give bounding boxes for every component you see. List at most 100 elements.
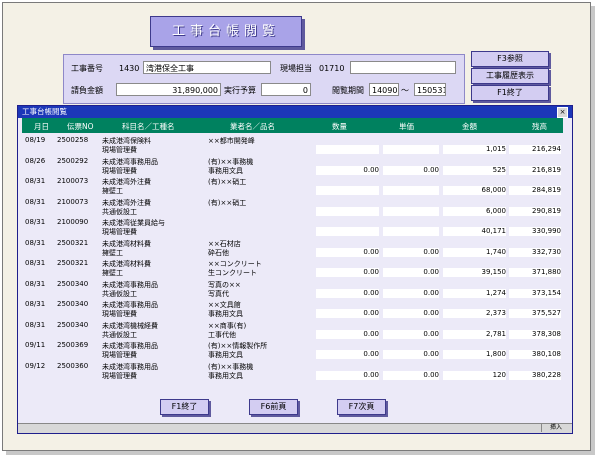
cell-background [383, 227, 439, 236]
ledger-window: 工事台帳閲覧 × 月日 伝票NO 科目名／工種名 業者名／品名 数量 単価 金額… [17, 105, 573, 434]
cell-gyosha: (有)××硝工 [208, 178, 247, 186]
col-kamoku: 科目名／工種名 [122, 122, 175, 131]
cell-amount: 1,740 [485, 247, 506, 256]
cell-balance: 284,819 [532, 186, 561, 194]
table-row[interactable]: 09/11 2500369 未成港湾事務用品 現場管理費 (有)××情報製作所 事務用文具… [22, 340, 563, 361]
cell-qty: 0.00 [363, 165, 379, 174]
cell-background [383, 145, 439, 154]
f1-exit-button[interactable]: F1終了 [471, 85, 549, 101]
cell-background [383, 186, 439, 195]
koji-no-field[interactable]: 143002 [116, 61, 141, 74]
cell-slip: 2500369 [57, 341, 89, 349]
cell-price: 0.00 [423, 370, 439, 379]
cell-hinmei: 工事代他 [208, 330, 236, 339]
cell-hinmei: 写真代 [208, 289, 229, 298]
cell-amount: 1,015 [485, 145, 506, 153]
f7-next-page-button[interactable]: F7次頁 [337, 399, 386, 415]
cell-date: 08/19 [25, 136, 46, 144]
koji-no-label: 工事番号 [71, 64, 103, 73]
cell-amount: 2,373 [485, 309, 506, 317]
cell-qty: 0.00 [363, 288, 379, 297]
cell-balance: 332,730 [532, 247, 561, 256]
cell-koshu: 擁壁工 [102, 187, 123, 195]
cell-balance: 375,527 [532, 309, 561, 317]
ledger-window-title: 工事台帳閲覧 [22, 107, 67, 116]
f3-reference-button[interactable]: F3参照 [471, 51, 549, 67]
cell-qty: 0.00 [363, 350, 379, 358]
cell-slip: 2500258 [57, 136, 89, 144]
cell-balance: 371,880 [532, 268, 561, 276]
cell-date: 08/31 [25, 259, 46, 267]
tanto-name-field [350, 61, 456, 74]
cell-koshu: 現場管理費 [102, 310, 137, 318]
cell-price: 0.00 [423, 165, 439, 174]
table-row[interactable]: 08/31 2100073 未成港湾外注費 擁壁工 (有)××硝工 68,000 284,8… [22, 176, 563, 197]
cell-date: 08/31 [25, 300, 46, 308]
cell-gyosha: ××都市開発峰 [208, 137, 255, 145]
cell-amount: 525 [492, 165, 506, 174]
cell-background [316, 145, 379, 154]
cell-koshu: 共通仮設工 [102, 289, 137, 298]
cell-date: 08/31 [25, 197, 46, 206]
cell-date: 09/11 [25, 341, 46, 349]
cell-gyosha: (有)××硝工 [208, 198, 247, 207]
table-row[interactable]: 08/31 2500340 未成港湾機械経費 共通仮設工 ××商事(有) 工事代他 0.00… [22, 320, 563, 341]
kikan-separator: ～ [401, 86, 409, 95]
cell-slip: 2500321 [57, 259, 89, 267]
col-price: 単価 [399, 122, 414, 131]
col-balance: 残高 [532, 122, 547, 131]
cell-price: 0.00 [423, 309, 439, 317]
cell-amount: 68,000 [481, 186, 507, 194]
cell-balance: 290,819 [532, 206, 561, 215]
cell-qty: 0.00 [363, 268, 379, 276]
kikan-to-field[interactable]: 150531 [414, 83, 446, 96]
table-row[interactable]: 08/19 2500258 未成港湾保険料 現場管理費 ××都市開発峰 1,015 216,… [22, 135, 563, 156]
cell-koshu: 現場管理費 [102, 351, 137, 359]
cell-slip: 2500360 [57, 361, 89, 370]
cell-qty: 0.00 [363, 329, 379, 338]
cell-koshu: 現場管理費 [102, 228, 137, 236]
tanto-code-field[interactable]: 01710 [316, 61, 348, 74]
col-gyosha: 業者名／品名 [230, 122, 275, 131]
table-row[interactable]: 08/31 2500321 未成港湾材料費 擁壁工 ××コンクリート 生コンクリート 0.0… [22, 258, 563, 279]
cell-qty: 0.00 [363, 370, 379, 379]
cell-balance: 378,308 [532, 329, 561, 338]
history-display-button[interactable]: 工事履歴表示 [471, 68, 549, 84]
cell-koshu: 共通仮設工 [102, 330, 137, 339]
table-row[interactable]: 08/31 2100090 未成港湾従業員給与 現場管理費 40,171 330,990 [22, 217, 563, 238]
cell-amount: 40,171 [481, 227, 507, 235]
col-date: 月日 [34, 122, 49, 131]
insert-mode-indicator: 挿入 [541, 424, 570, 432]
cell-date: 08/31 [25, 320, 46, 329]
header-panel: 工事番号 143002 湾港保全工事 現場担当 01710 請負金額 31,89… [63, 54, 465, 104]
cell-slip: 2100090 [57, 218, 89, 226]
cell-background [316, 227, 379, 236]
cell-background [316, 206, 379, 216]
cell-slip: 2500340 [57, 279, 89, 288]
cell-date: 08/31 [25, 177, 46, 185]
cell-koshu: 共通仮設工 [102, 207, 137, 216]
col-slip: 伝票NO [67, 122, 94, 131]
cell-balance: 216,819 [532, 165, 561, 174]
f1-exit-footer-button[interactable]: F1終了 [160, 399, 209, 415]
table-row[interactable]: 08/31 2100073 未成港湾外注費 共通仮設工 (有)××硝工 6,000 290,… [22, 197, 563, 218]
table-row[interactable]: 08/26 2500292 未成港湾事務用品 現場管理費 (有)××事務機 事務用文具 0.… [22, 156, 563, 177]
table-row[interactable]: 09/12 2500360 未成港湾事務用品 現場管理費 (有)××事務機 事務用文具 0.… [22, 361, 563, 382]
cell-balance: 373,154 [532, 288, 561, 297]
table-row[interactable]: 08/31 2500340 未成港湾事務用品 共通仮設工 写真の×× 写真代 0.00 0.0… [22, 279, 563, 300]
cell-koshu: 擁壁工 [102, 269, 123, 277]
table-row[interactable]: 08/31 2500321 未成港湾材料費 擁壁工 ××石材店 砕石他 0.00 0.00 1,… [22, 238, 563, 259]
f6-prev-page-button[interactable]: F6前頁 [249, 399, 298, 415]
cell-amount: 120 [492, 370, 506, 379]
cell-date: 09/12 [25, 361, 46, 370]
cell-date: 08/31 [25, 238, 46, 247]
cell-koshu: 現場管理費 [102, 146, 137, 154]
table-row[interactable]: 08/31 2500340 未成港湾事務用品 現場管理費 ××文具館 事務用文具 0.00 0… [22, 299, 563, 320]
cell-qty: 0.00 [363, 309, 379, 317]
cell-background [316, 186, 379, 195]
cell-balance: 380,108 [532, 350, 561, 358]
kikan-from-field[interactable]: 140901 [369, 83, 399, 96]
col-amount: 金額 [462, 122, 477, 131]
close-icon[interactable]: × [557, 107, 568, 118]
cell-koshu: 擁壁工 [102, 248, 123, 257]
